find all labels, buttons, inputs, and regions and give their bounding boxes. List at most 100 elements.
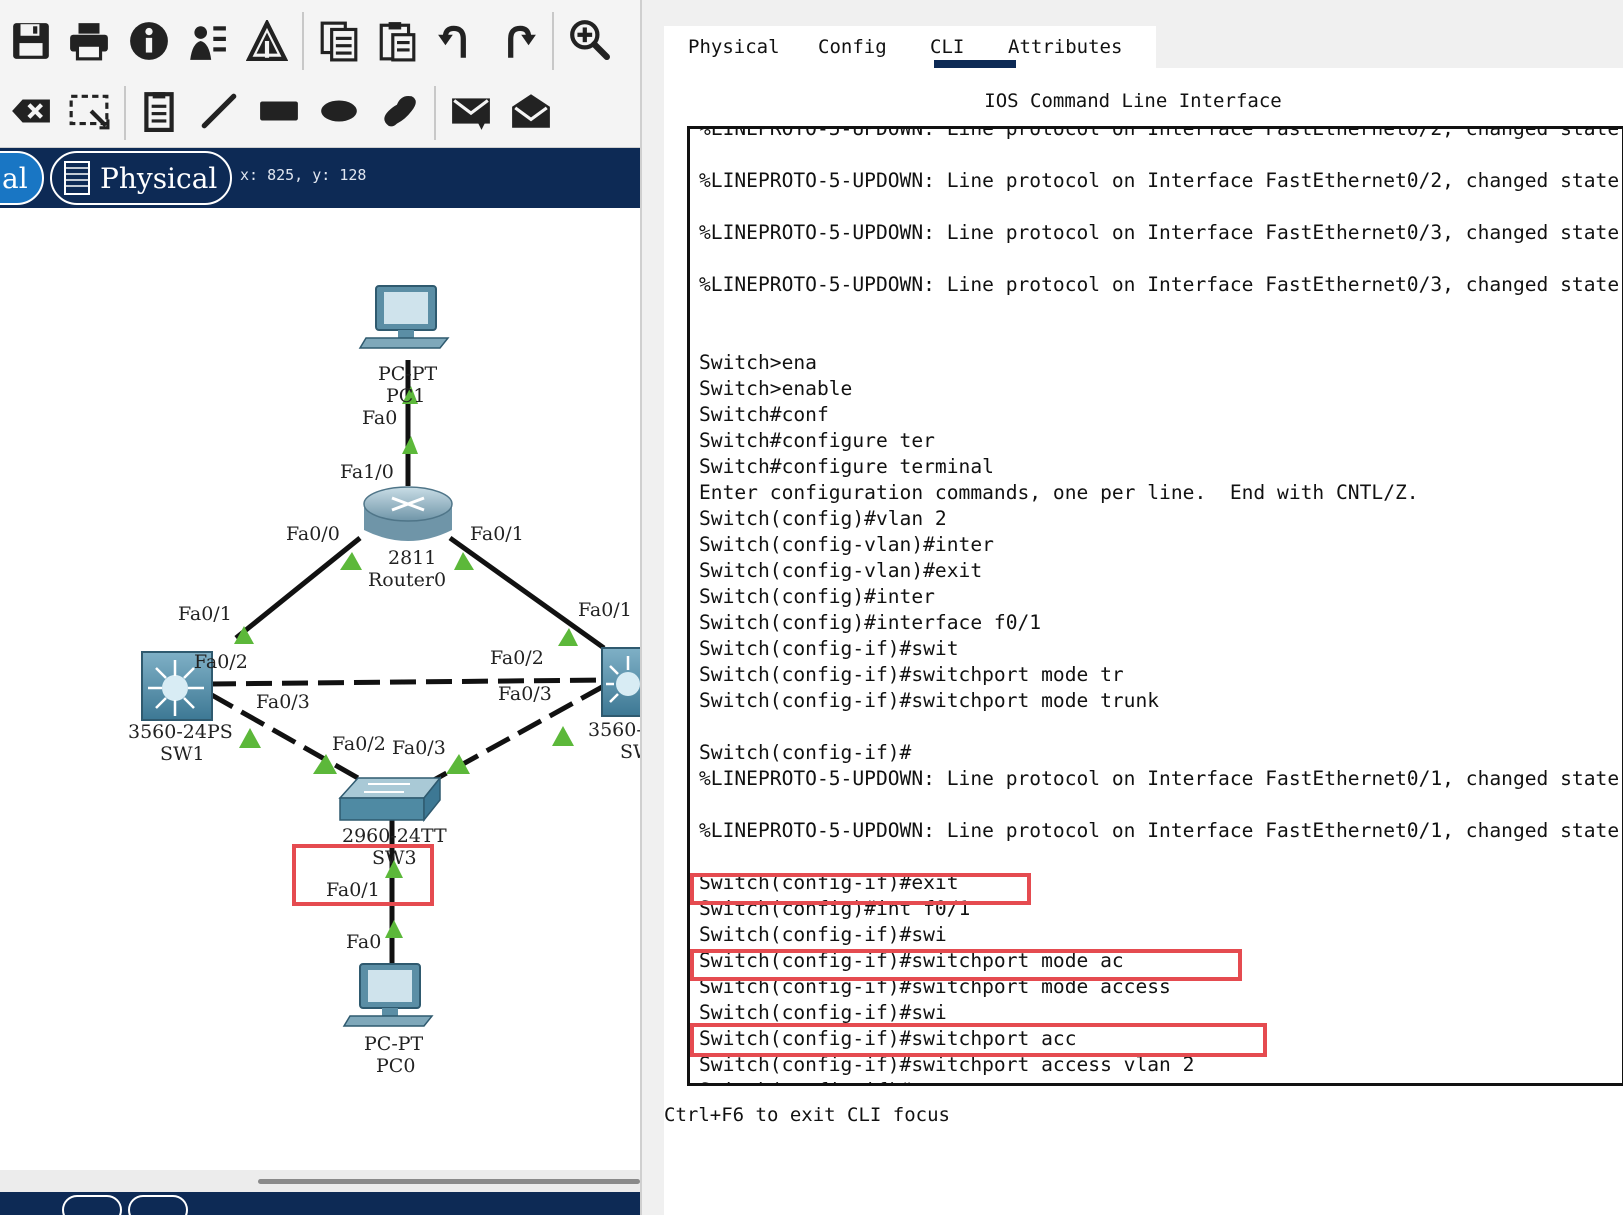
terminal-line: Switch>ena: [699, 351, 817, 374]
toolbar-separator: [434, 86, 436, 140]
terminal-line: Switch>enable: [699, 377, 853, 400]
sw1-port-fa0-3: Fa0/3: [256, 691, 310, 713]
drawing-toolbar: [0, 78, 640, 148]
router-port-fa1-0: Fa1/0: [340, 461, 394, 483]
simulation-mode-button[interactable]: [128, 1195, 188, 1215]
sw2-model-label: 3560-: [588, 719, 640, 741]
cursor-coordinates: x: 825, y: 128: [240, 166, 367, 184]
router-name-label: Router0: [368, 569, 446, 591]
freeform-icon[interactable]: [376, 88, 422, 134]
device-pc1[interactable]: [358, 285, 450, 349]
tab-attributes[interactable]: Attributes: [1008, 36, 1122, 58]
scrollbar-thumb[interactable]: [258, 1179, 640, 1184]
pc1-name-label: PC1: [386, 385, 425, 407]
terminal-line: Switch(config-if)#switchport mode trunk: [699, 689, 1160, 712]
terminal-line: Switch#configure ter: [699, 429, 935, 452]
link-up-indicator: [340, 552, 362, 570]
router-port-fa0-0: Fa0/0: [286, 523, 340, 545]
terminal-line: %LINEPROTO-5-UPDOWN: Line protocol on In…: [699, 221, 1623, 244]
device-sw3[interactable]: [338, 775, 442, 823]
bottom-bar: [0, 1192, 640, 1215]
tab-physical[interactable]: Physical: [688, 36, 780, 58]
toolbar-separator: [124, 86, 126, 140]
physical-mode-button[interactable]: Physical: [50, 151, 232, 205]
zoom-in-icon[interactable]: [566, 16, 612, 62]
topology-diagram[interactable]: PC-PT PC1 Fa0 Fa1/0 Fa0/0 Fa0/1 2811 Rou…: [0, 208, 640, 1170]
rectangle-icon[interactable]: [256, 88, 302, 134]
save-icon[interactable]: [8, 18, 54, 64]
pc1-model-label: PC-PT: [378, 363, 438, 385]
terminal-line: Switch(config)#vlan 2: [699, 507, 947, 530]
cli-title: IOS Command Line Interface: [984, 90, 1282, 112]
logical-workspace-canvas[interactable]: PC-PT PC1 Fa0 Fa1/0 Fa0/0 Fa0/1 2811 Rou…: [0, 208, 640, 1170]
device-router0[interactable]: [363, 486, 453, 541]
network-wizard-icon[interactable]: [184, 18, 230, 64]
link-up-indicator: [402, 436, 418, 454]
command-highlight-box: [690, 873, 1031, 905]
line-icon[interactable]: [196, 88, 242, 134]
info-icon[interactable]: [126, 18, 172, 64]
tab-cli[interactable]: CLI: [930, 36, 964, 58]
main-toolbar: [0, 0, 640, 78]
terminal-line: Switch(config-if)#: [699, 741, 912, 764]
router-model-label: 2811: [388, 547, 436, 569]
horizontal-scrollbar[interactable]: [0, 1170, 640, 1192]
paste-icon[interactable]: [374, 18, 420, 64]
active-tab-indicator: [934, 60, 1016, 68]
logical-mode-button[interactable]: al: [0, 151, 44, 205]
terminal-output: %LINEPROTO-5-UPDOWN: Line protocol on In…: [699, 129, 1623, 1083]
terminal-line: %LINEPROTO-5-UPDOWN: Line protocol on In…: [699, 273, 1623, 296]
link-up-indicator: [239, 728, 261, 748]
ellipse-icon[interactable]: [316, 88, 362, 134]
resize-select-icon[interactable]: [66, 88, 112, 134]
sw3-port-fa0-1: Fa0/1: [326, 879, 380, 901]
pc0-model-label: PC-PT: [364, 1033, 424, 1055]
delete-icon[interactable]: [8, 88, 54, 134]
terminal-line: %LINEPROTO-5-UPDOWN: Line protocol on In…: [699, 819, 1623, 842]
cli-focus-hint: Ctrl+F6 to exit CLI focus: [664, 1104, 950, 1126]
link-up-indicator: [552, 726, 574, 746]
link-router-sw1[interactable]: [234, 536, 362, 640]
terminal-line: Switch#conf: [699, 403, 829, 426]
terminal-line: Switch(config-vlan)#exit: [699, 559, 983, 582]
copy-icon[interactable]: [316, 18, 362, 64]
device-sw2[interactable]: [601, 647, 640, 717]
complex-pdu-icon[interactable]: [508, 88, 554, 134]
terminal-line: Switch(config-if)#swit: [699, 637, 959, 660]
sw3-name-label: SW3: [372, 847, 417, 869]
redo-icon[interactable]: [494, 18, 540, 64]
terminal-line: Switch(config)#inter: [699, 585, 935, 608]
undo-icon[interactable]: [434, 18, 480, 64]
print-icon[interactable]: [66, 18, 112, 64]
sw3-port-fa0-3: Fa0/3: [392, 737, 446, 759]
simple-pdu-icon[interactable]: [448, 88, 494, 134]
sw1-name-label: SW1: [160, 743, 205, 765]
pc0-port-label: Fa0: [346, 931, 381, 953]
physical-mode-label: Physical: [100, 161, 218, 195]
cli-tab-panel: IOS Command Line Interface %LINEPROTO-5-…: [664, 68, 1623, 1215]
activity-wizard-icon[interactable]: [244, 18, 290, 64]
terminal-line: Switch(config)#interface f0/1: [699, 611, 1042, 634]
command-highlight-box: [690, 949, 1242, 981]
terminal-line: Switch(config-vlan)#inter: [699, 533, 994, 556]
terminal-line: %LINEPROTO-5-UPDOWN: Line protocol on In…: [699, 169, 1623, 192]
toolbar-separator: [302, 12, 304, 70]
terminal-line: Switch#configure terminal: [699, 455, 994, 478]
note-icon[interactable]: [136, 88, 182, 134]
physical-workspace-icon: [64, 161, 90, 195]
workspace-panel: al Physical x: 825, y: 128 PC-PT PC1 Fa0…: [0, 0, 640, 1215]
realtime-mode-button[interactable]: [62, 1195, 122, 1215]
toolbar-separator: [552, 12, 554, 70]
link-router-sw2[interactable]: [448, 535, 606, 651]
command-highlight-box: [690, 1023, 1267, 1057]
cli-terminal[interactable]: %LINEPROTO-5-UPDOWN: Line protocol on In…: [687, 126, 1623, 1086]
device-pc0[interactable]: [342, 963, 434, 1027]
pc0-name-label: PC0: [376, 1055, 415, 1077]
tab-config[interactable]: Config: [818, 36, 887, 58]
terminal-line: Switch(config-if)#swi: [699, 923, 947, 946]
